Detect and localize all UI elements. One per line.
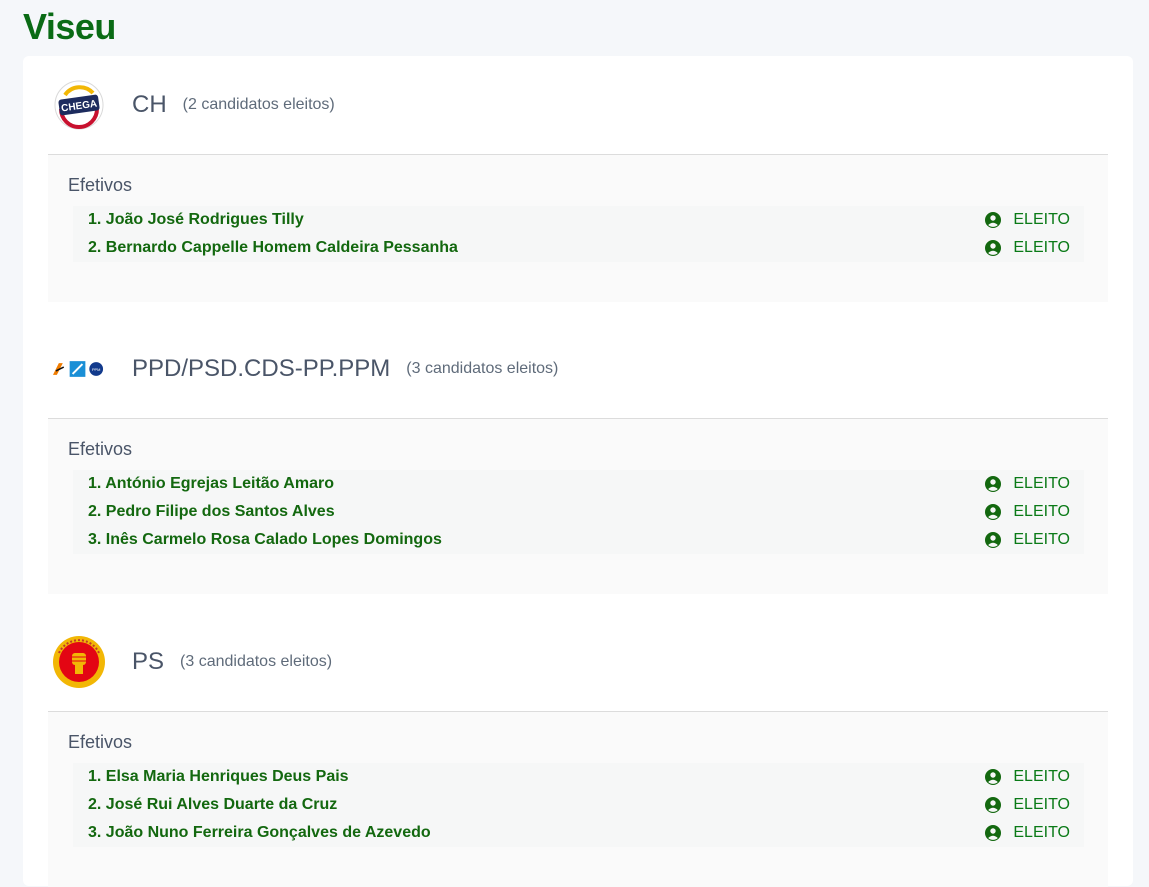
candidate-name: 2. Bernardo Cappelle Homem Caldeira Pess…: [88, 239, 458, 256]
candidate-status: ELEITO: [985, 239, 1070, 257]
candidate-name: 3. João Nuno Ferreira Gonçalves de Azeve…: [88, 824, 431, 841]
candidate-row: 2. Pedro Filipe dos Santos Alves ELEITO: [73, 498, 1084, 526]
chega-logo-icon: CHEGA: [51, 78, 106, 133]
status-label: ELEITO: [1013, 531, 1070, 548]
status-label: ELEITO: [1013, 503, 1070, 520]
party-name: PPD/PSD.CDS-PP.PPM: [132, 355, 391, 382]
candidate-row: 2. Bernardo Cappelle Homem Caldeira Pess…: [73, 234, 1084, 262]
party-header: PPM PPD/PSD.CDS-PP.PPM (3 candidatos ele…: [48, 320, 1108, 419]
party-candidates-panel: Efetivos 1. António Egrejas Leitão Amaro…: [48, 419, 1108, 594]
party-block-ch: CHEGA CH (2 candidatos eleitos) Efetivos…: [48, 56, 1108, 302]
section-title-efetivos: Efetivos: [68, 732, 133, 752]
section-title-efetivos: Efetivos: [68, 175, 133, 195]
user-circle-icon: [985, 212, 1002, 228]
ps-fist-logo-icon: [51, 635, 106, 690]
candidate-status: ELEITO: [985, 796, 1070, 814]
candidate-status: ELEITO: [985, 531, 1070, 549]
candidate-list: 1. João José Rodrigues Tilly ELEITO 2. B…: [68, 206, 1084, 262]
candidate-name: 3. Inês Carmelo Rosa Calado Lopes Doming…: [88, 531, 442, 548]
user-circle-icon: [985, 532, 1002, 548]
candidate-status: ELEITO: [985, 503, 1070, 521]
candidate-name: 2. José Rui Alves Duarte da Cruz: [88, 796, 338, 813]
party-name: PS: [132, 648, 165, 675]
candidate-status: ELEITO: [985, 768, 1070, 786]
user-circle-icon: [985, 504, 1002, 520]
party-elected-count: (3 candidatos eleitos): [406, 360, 559, 377]
candidate-row: 1. João José Rodrigues Tilly ELEITO: [73, 206, 1084, 234]
status-label: ELEITO: [1013, 211, 1070, 228]
party-elected-count: (2 candidatos eleitos): [182, 96, 335, 113]
section-title-efetivos: Efetivos: [68, 439, 133, 459]
candidate-status: ELEITO: [985, 824, 1070, 842]
candidate-list: 1. António Egrejas Leitão Amaro ELEITO 2…: [68, 470, 1084, 554]
candidate-status: ELEITO: [985, 475, 1070, 493]
party-elected-count: (3 candidatos eleitos): [180, 653, 333, 670]
candidate-row: 3. Inês Carmelo Rosa Calado Lopes Doming…: [73, 526, 1084, 554]
user-circle-icon: [985, 476, 1002, 492]
candidate-row: 3. João Nuno Ferreira Gonçalves de Azeve…: [73, 819, 1084, 847]
user-circle-icon: [985, 769, 1002, 785]
user-circle-icon: [985, 825, 1002, 841]
status-label: ELEITO: [1013, 796, 1070, 813]
candidate-row: 2. José Rui Alves Duarte da Cruz ELEITO: [73, 791, 1084, 819]
party-header: CHEGA CH (2 candidatos eleitos): [48, 56, 1108, 155]
party-candidates-panel: Efetivos 1. Elsa Maria Henriques Deus Pa…: [48, 712, 1108, 887]
user-circle-icon: [985, 797, 1002, 813]
page-title: Viseu: [23, 6, 116, 47]
candidate-list: 1. Elsa Maria Henriques Deus Pais ELEITO…: [68, 763, 1084, 847]
party-candidates-panel: Efetivos 1. João José Rodrigues Tilly EL…: [48, 155, 1108, 302]
status-label: ELEITO: [1013, 768, 1070, 785]
party-name: CH: [132, 91, 167, 118]
candidate-name: 1. António Egrejas Leitão Amaro: [88, 475, 334, 492]
candidate-row: 1. Elsa Maria Henriques Deus Pais ELEITO: [73, 763, 1084, 791]
party-block-ps: PS (3 candidatos eleitos) Efetivos 1. El…: [48, 613, 1108, 887]
candidate-status: ELEITO: [985, 211, 1070, 229]
status-label: ELEITO: [1013, 475, 1070, 492]
candidate-name: 2. Pedro Filipe dos Santos Alves: [88, 503, 335, 520]
candidate-name: 1. Elsa Maria Henriques Deus Pais: [88, 768, 349, 785]
candidate-row: 1. António Egrejas Leitão Amaro ELEITO: [73, 470, 1084, 498]
results-card: CHEGA CH (2 candidatos eleitos) Efetivos…: [23, 56, 1133, 887]
user-circle-icon: [985, 240, 1002, 256]
svg-text:PPM: PPM: [92, 367, 100, 372]
party-header: PS (3 candidatos eleitos): [48, 613, 1108, 712]
status-label: ELEITO: [1013, 239, 1070, 256]
candidate-name: 1. João José Rodrigues Tilly: [88, 211, 304, 228]
party-block-psd-coalition: PPM PPD/PSD.CDS-PP.PPM (3 candidatos ele…: [48, 320, 1108, 594]
status-label: ELEITO: [1013, 824, 1070, 841]
coalition-logos-icon: PPM: [51, 342, 106, 397]
